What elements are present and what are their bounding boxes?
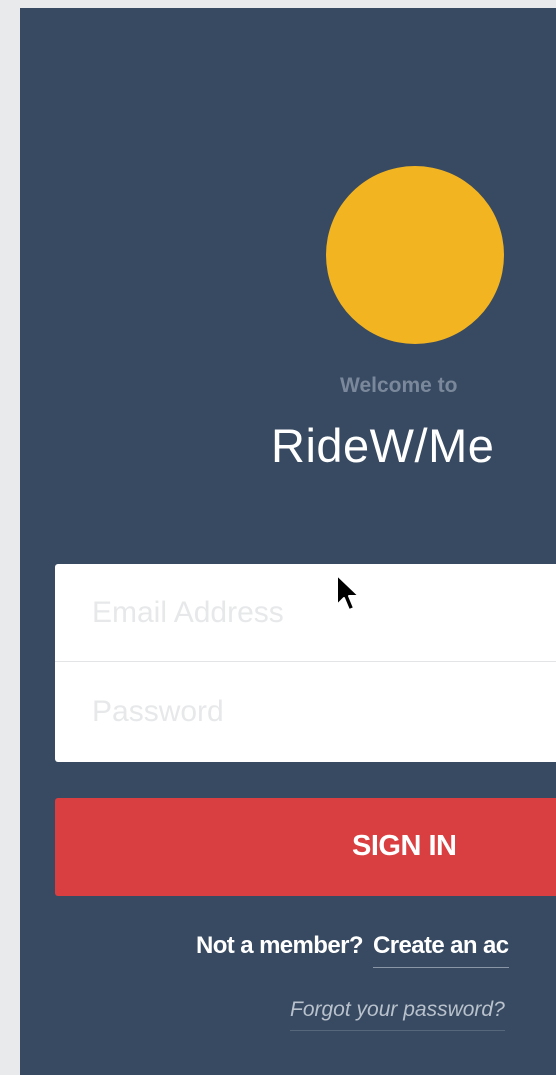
forgot-password-link[interactable]: Forgot your password? [290, 998, 505, 1031]
signup-prompt: Not a member? [196, 932, 364, 959]
welcome-text: Welcome to [340, 374, 458, 397]
password-field[interactable] [55, 663, 556, 761]
logo-circle-icon [326, 166, 504, 344]
sign-in-label: SIGN IN [352, 830, 457, 862]
login-screen: Welcome to RideW/Me SIGN IN Not a member… [20, 8, 556, 1075]
sign-in-button[interactable]: SIGN IN [55, 798, 556, 896]
signup-row: Not a member? Create an ac [196, 932, 509, 968]
mouse-pointer-icon [336, 574, 360, 611]
create-account-link[interactable]: Create an ac [372, 932, 509, 968]
app-title: RideW/Me [271, 419, 495, 472]
login-form [55, 564, 556, 762]
email-field[interactable] [55, 564, 556, 662]
